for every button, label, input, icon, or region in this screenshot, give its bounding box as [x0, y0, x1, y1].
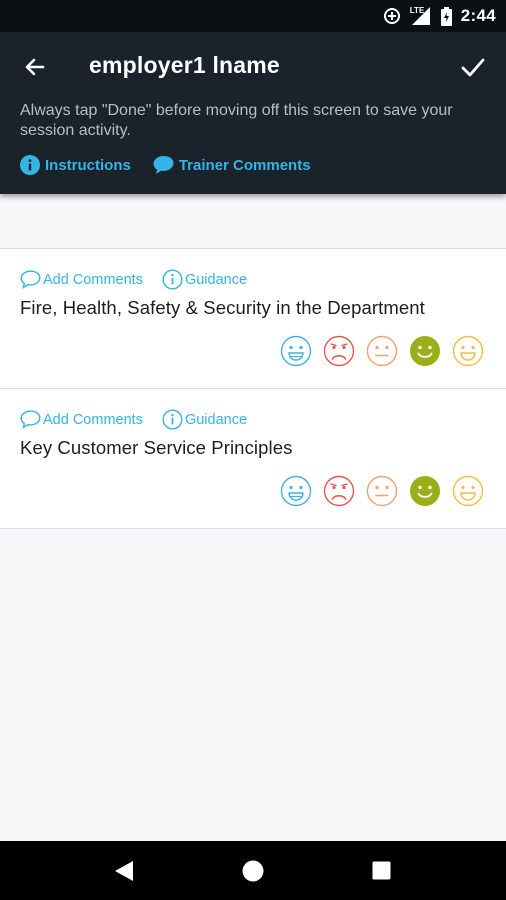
instructions-label: Instructions [45, 156, 131, 174]
guidance-link[interactable]: Guidance [162, 269, 247, 290]
system-nav-bar [0, 841, 506, 900]
rating-neutral-face-icon[interactable] [366, 475, 398, 507]
card-links: Add Comments Guidance [20, 269, 247, 290]
signal-icon: LTE [410, 6, 432, 26]
rating-neutral-face-icon[interactable] [366, 335, 398, 367]
data-saver-icon [383, 7, 401, 25]
back-arrow-icon [23, 55, 47, 79]
header-links: Instructions Trainer Comments [20, 155, 311, 175]
skill-card: Add Comments Guidance Fire, Health, Safe… [0, 248, 506, 389]
trainer-comments-link[interactable]: Trainer Comments [153, 155, 311, 175]
rating-satisfied-face-icon[interactable] [409, 335, 441, 367]
rating-poor-face-icon[interactable] [323, 335, 355, 367]
status-bar: LTE 2:44 [0, 0, 506, 32]
status-icons: LTE 2:44 [383, 0, 496, 32]
info-icon [20, 155, 40, 175]
rating-good-face-icon[interactable] [452, 335, 484, 367]
rating-faces [269, 475, 484, 507]
instructions-link[interactable]: Instructions [20, 155, 131, 175]
comment-outline-icon [20, 270, 41, 289]
nav-home-button[interactable] [233, 851, 273, 891]
status-time: 2:44 [460, 6, 496, 25]
rating-faces [269, 335, 484, 367]
content-spacer [0, 194, 506, 248]
triangle-back-icon [114, 860, 134, 882]
add-comments-label: Add Comments [43, 271, 143, 288]
card-links: Add Comments Guidance [20, 409, 247, 430]
nav-back-button[interactable] [104, 851, 144, 891]
skill-card: Add Comments Guidance Key Customer Servi… [0, 388, 506, 529]
add-comments-label: Add Comments [43, 411, 143, 428]
done-button[interactable] [454, 48, 492, 86]
add-comments-link[interactable]: Add Comments [20, 270, 143, 289]
back-button[interactable] [18, 50, 52, 84]
guidance-label: Guidance [184, 411, 248, 428]
save-notice: Always tap "Done" before moving off this… [20, 102, 453, 139]
rating-satisfied-face-icon[interactable] [409, 475, 441, 507]
square-recents-icon [372, 861, 391, 880]
skill-title: Key Customer Service Principles [20, 437, 293, 458]
nav-recents-button[interactable] [362, 851, 402, 891]
guidance-link[interactable]: Guidance [162, 409, 247, 430]
page-title: employer1 lname [89, 52, 280, 78]
trainer-comments-label: Trainer Comments [178, 156, 311, 174]
rating-poor-face-icon[interactable] [323, 475, 355, 507]
info-outline-icon [162, 409, 183, 430]
skill-title: Fire, Health, Safety & Security in the D… [20, 297, 425, 318]
rating-good-face-icon[interactable] [452, 475, 484, 507]
comment-icon [153, 155, 174, 175]
rating-excellent-face-icon[interactable] [280, 475, 312, 507]
rating-excellent-face-icon[interactable] [280, 335, 312, 367]
add-comments-link[interactable]: Add Comments [20, 410, 143, 429]
circle-home-icon [242, 860, 264, 882]
guidance-label: Guidance [184, 271, 248, 288]
battery-icon [440, 6, 452, 26]
comment-outline-icon [20, 410, 41, 429]
info-outline-icon [162, 269, 183, 290]
app-header: employer1 lname Always tap "Done" before… [0, 32, 506, 194]
network-type-label: LTE [409, 6, 425, 15]
checkmark-icon [460, 54, 486, 80]
